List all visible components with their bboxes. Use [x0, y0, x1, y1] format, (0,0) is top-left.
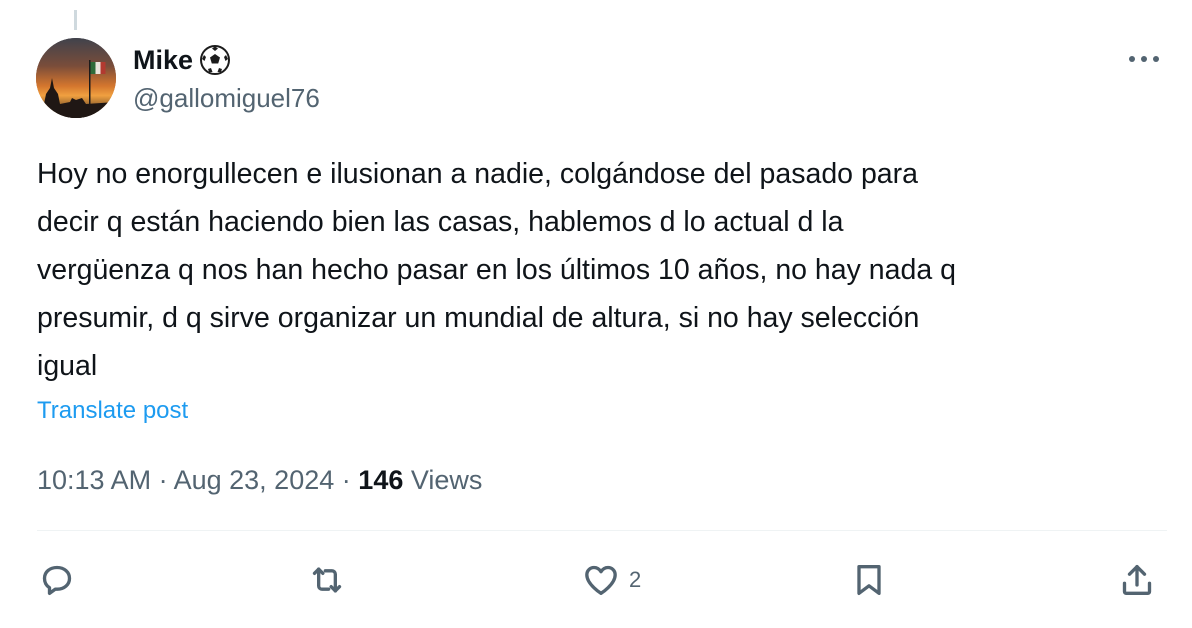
divider	[37, 530, 1167, 531]
thread-connector-line	[74, 10, 77, 30]
action-bar: 2	[37, 552, 1167, 608]
author-name[interactable]: Mike	[133, 42, 193, 78]
tweet-date[interactable]: Aug 23, 2024	[174, 465, 335, 495]
heart-icon	[585, 565, 617, 595]
translate-post-link[interactable]: Translate post	[37, 394, 188, 428]
tweet-text: Hoy no enorgullecen e ilusionan a nadie,…	[37, 158, 956, 382]
retweet-icon	[312, 567, 342, 593]
share-icon	[1122, 565, 1152, 595]
views-label: Views	[410, 465, 483, 495]
more-options-button[interactable]	[1124, 44, 1164, 74]
reply-icon	[42, 565, 72, 595]
author-block: Mike @gallomiguel76	[133, 42, 320, 116]
author-handle[interactable]: @gallomiguel76	[133, 80, 320, 116]
reply-button[interactable]	[37, 552, 77, 608]
like-button[interactable]: 2	[581, 552, 641, 608]
tweet-time[interactable]: 10:13 AM	[37, 465, 151, 495]
avatar-image	[36, 38, 116, 118]
author-name-row[interactable]: Mike	[133, 42, 320, 78]
meta-separator: ·	[158, 465, 168, 495]
bookmark-button[interactable]	[849, 552, 889, 608]
like-count: 2	[629, 567, 642, 592]
bookmark-icon	[857, 565, 881, 595]
views-count[interactable]: 146	[358, 465, 403, 495]
avatar[interactable]	[36, 38, 116, 118]
meta-separator: ·	[341, 465, 351, 495]
tweet-metadata: 10:13 AM · Aug 23, 2024 · 146 Views	[37, 461, 482, 499]
retweet-button[interactable]	[307, 552, 347, 608]
soccer-ball-icon	[200, 45, 231, 75]
share-button[interactable]	[1117, 552, 1157, 608]
more-icon	[1129, 56, 1159, 62]
